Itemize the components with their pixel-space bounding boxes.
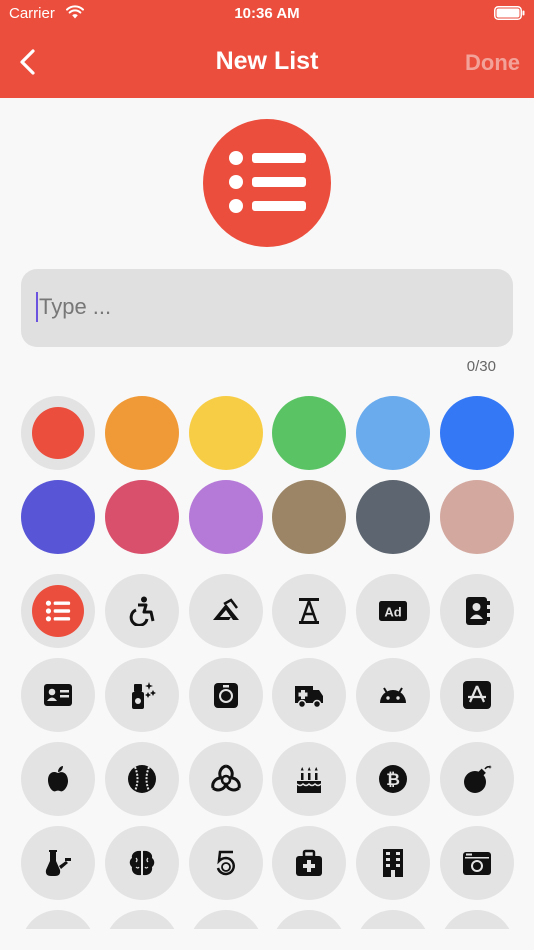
text-height-icon	[299, 598, 320, 624]
birthday-cake-icon	[296, 767, 322, 793]
status-time: 10:36 AM	[234, 5, 300, 22]
affiliate-logo-icon	[212, 598, 239, 620]
icon-option-icon-28[interactable]	[272, 910, 347, 929]
android-icon	[380, 687, 407, 703]
bottom-safe-area	[0, 929, 534, 950]
building-icon	[383, 849, 404, 877]
color-picker	[21, 396, 514, 554]
icon-option-building[interactable]	[356, 826, 431, 900]
list-icon	[229, 151, 306, 213]
color-swatch-rose[interactable]	[439, 480, 514, 554]
color-swatch-pink[interactable]	[104, 480, 179, 554]
icon-option-ad[interactable]: Ad	[356, 574, 431, 648]
stopwatch-icon	[213, 683, 238, 708]
icon-option-list[interactable]	[21, 574, 95, 648]
icon-picker: Ad ₿	[21, 574, 514, 929]
icon-option-icon-25[interactable]	[21, 910, 95, 929]
biohazard-icon	[210, 764, 241, 792]
icon-option-app-store[interactable]	[439, 658, 514, 732]
500px-icon	[216, 850, 235, 876]
color-swatch-blue[interactable]	[439, 396, 514, 470]
svg-text:Ad: Ad	[385, 605, 402, 620]
address-card-icon	[44, 684, 72, 706]
icon-option-camera-retro[interactable]	[439, 826, 514, 900]
status-bar: Carrier 10:36 AM	[0, 0, 534, 28]
selected-color-dot	[32, 407, 84, 459]
icon-option-icon-30[interactable]	[439, 910, 514, 929]
done-button[interactable]: Done	[465, 50, 520, 76]
icon-option-brain[interactable]	[104, 826, 179, 900]
wheelchair-icon	[129, 596, 155, 626]
icon-option-medkit[interactable]	[272, 826, 347, 900]
character-counter: 0/30	[466, 358, 496, 375]
icon-option-text-height[interactable]	[272, 574, 347, 648]
color-swatch-light-blue[interactable]	[356, 396, 431, 470]
icon-option-bong[interactable]	[21, 826, 95, 900]
icon-option-bitcoin[interactable]: ₿	[356, 742, 431, 816]
icon-option-biohazard[interactable]	[188, 742, 263, 816]
icon-option-icon-29[interactable]	[356, 910, 431, 929]
text-cursor	[36, 292, 38, 322]
color-swatch-brown[interactable]	[272, 480, 347, 554]
list-name-field[interactable]	[21, 269, 513, 347]
color-swatch-yellow[interactable]	[188, 396, 263, 470]
ad-icon: Ad	[379, 601, 408, 621]
icon-option-icon-26[interactable]	[104, 910, 179, 929]
icon-option-birthday-cake[interactable]	[272, 742, 347, 816]
color-swatch-gray[interactable]	[356, 480, 431, 554]
nav-header: Carrier 10:36 AM New List Done	[0, 0, 534, 98]
icon-option-affiliate-logo[interactable]	[188, 574, 263, 648]
list-icon-preview	[203, 119, 331, 247]
svg-text:₿: ₿	[386, 770, 400, 789]
baseball-icon	[127, 765, 156, 793]
spray-bottle-icon	[131, 682, 156, 709]
list-icon	[45, 600, 71, 622]
bomb-icon	[463, 765, 492, 793]
icon-option-baseball[interactable]	[104, 742, 179, 816]
icon-option-apple[interactable]	[21, 742, 95, 816]
camera-retro-icon	[462, 852, 491, 875]
icon-option-stopwatch[interactable]	[188, 658, 263, 732]
icon-option-spray-bottle[interactable]	[104, 658, 179, 732]
page-title: New List	[215, 47, 319, 75]
icon-option-bomb[interactable]	[439, 742, 514, 816]
apple-icon	[48, 766, 68, 792]
color-swatch-green[interactable]	[272, 396, 347, 470]
color-swatch-red[interactable]	[21, 396, 95, 470]
app-store-icon	[462, 681, 491, 709]
ambulance-icon	[295, 686, 324, 709]
medkit-icon	[296, 849, 323, 876]
color-swatch-indigo[interactable]	[21, 480, 95, 554]
icon-option-address-card[interactable]	[21, 658, 95, 732]
bong-icon	[45, 850, 71, 876]
color-swatch-purple[interactable]	[188, 480, 263, 554]
icon-option-icon-27[interactable]	[188, 910, 263, 929]
color-swatch-orange[interactable]	[104, 396, 179, 470]
icon-option-android[interactable]	[356, 658, 431, 732]
icon-picker-scroll[interactable]: Ad ₿	[0, 574, 534, 929]
list-name-input[interactable]	[39, 289, 489, 325]
address-book-icon	[465, 597, 490, 625]
brain-icon	[129, 850, 155, 876]
icon-option-500px[interactable]	[188, 826, 263, 900]
icon-option-wheelchair[interactable]	[104, 574, 179, 648]
icon-option-address-book[interactable]	[439, 574, 514, 648]
bitcoin-icon: ₿	[379, 765, 408, 793]
battery-icon	[494, 6, 525, 20]
icon-option-ambulance[interactable]	[272, 658, 347, 732]
